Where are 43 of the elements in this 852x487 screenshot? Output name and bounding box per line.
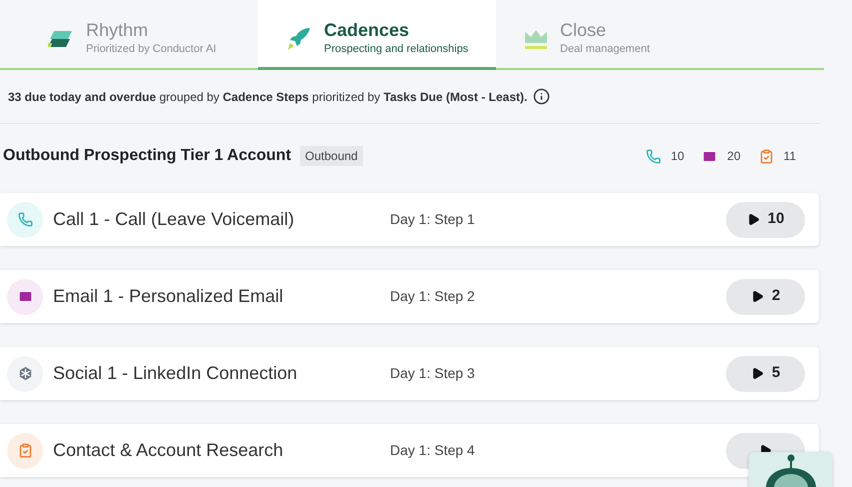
layers-icon: [48, 28, 74, 48]
group-title: Outbound Prospecting Tier 1 Account: [3, 146, 292, 166]
tab[interactable]: Cadences Prospecting and relationships: [258, 0, 496, 70]
count-text: 11: [784, 148, 796, 165]
step-day: Day 1: Step 4: [390, 440, 475, 461]
info-icon[interactable]: [533, 88, 550, 105]
tab-subtitle: Prioritized by Conductor AI: [86, 42, 216, 58]
hexagon-icon: [18, 366, 32, 381]
play-button[interactable]: 10: [726, 202, 805, 238]
play-icon: [750, 290, 764, 303]
play-button[interactable]: 2: [726, 278, 805, 314]
clipboard-check-icon: [18, 443, 32, 458]
step-day: Day 1: Step 3: [390, 363, 475, 384]
tab-title: Close: [560, 19, 608, 42]
clipboard-check-icon: [758, 148, 774, 164]
tab-subtitle: Prospecting and relationships: [324, 42, 468, 58]
step-day: Day 1: Step 1: [390, 209, 475, 230]
phone-icon: [18, 212, 32, 227]
play-button[interactable]: 5: [726, 356, 805, 392]
step-title: Email 1 - Personalized Email: [53, 285, 284, 308]
tab-title: Cadences: [324, 19, 410, 42]
step-card[interactable]: Email 1 - Personalized Email Day 1: Step 2 2: [0, 270, 819, 323]
tab-title: Rhythm: [86, 19, 150, 42]
group-tag: Outbound: [300, 146, 363, 166]
step-title: Social 1 - LinkedIn Connection: [53, 362, 298, 385]
count-text: 10: [670, 148, 684, 165]
mail-icon: [702, 148, 718, 164]
step-title: Call 1 - Call (Leave Voicemail): [53, 208, 296, 231]
step-day: Day 1: Step 2: [390, 286, 475, 307]
crown-icon: [524, 28, 548, 50]
step-card[interactable]: Social 1 - LinkedIn Connection Day 1: Step 3 5: [0, 347, 819, 400]
step-card[interactable]: Call 1 - Call (Leave Voicemail) Day 1: Step 1 10: [0, 193, 819, 246]
assistant-widget[interactable]: [749, 452, 832, 487]
summary-text: 33 due today and overdue grouped by Cadence Steps prioritized by Tasks Due (Most - Least).: [8, 88, 528, 106]
phone-icon: [646, 148, 661, 164]
play-icon: [746, 213, 760, 226]
step-card[interactable]: Contact & Account Research Day 1: Step 4: [0, 424, 819, 477]
step-title: Contact & Account Research: [53, 439, 284, 462]
play-icon: [750, 367, 764, 380]
count-text: 20: [727, 148, 741, 165]
mail-icon: [18, 289, 32, 304]
tab-subtitle: Deal management: [560, 42, 650, 58]
rocket-icon: [286, 26, 312, 52]
